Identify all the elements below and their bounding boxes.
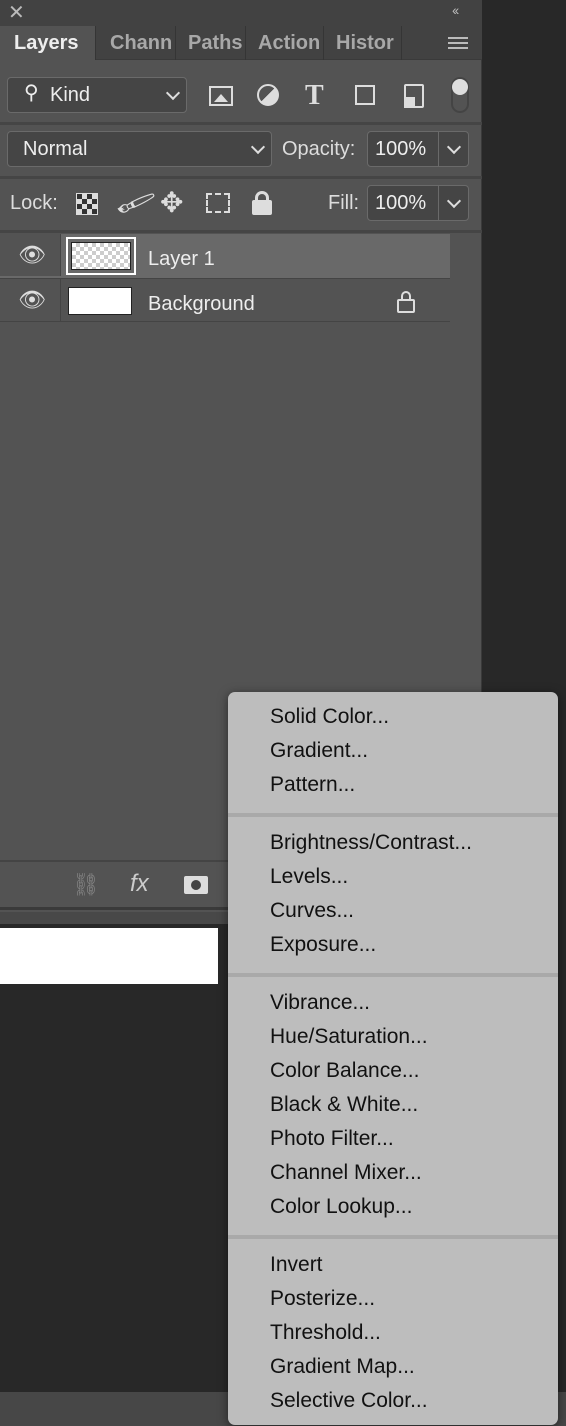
menu-separator [228, 813, 558, 817]
adjustment-filter-icon[interactable] [257, 84, 279, 106]
menu-separator [228, 1235, 558, 1239]
menu-item[interactable]: Gradient... [270, 734, 368, 768]
menu-item[interactable]: Solid Color... [270, 700, 389, 734]
canvas [0, 928, 218, 984]
lock-artboard-icon[interactable] [206, 193, 230, 213]
fx-icon[interactable]: fx [130, 870, 149, 898]
mask-icon[interactable] [184, 876, 208, 894]
menu-separator [228, 973, 558, 977]
fill-label: Fill: [328, 192, 360, 214]
chevron-down-icon [165, 85, 181, 101]
layer-name[interactable]: Layer 1 [148, 248, 215, 271]
menu-item[interactable]: Gradient Map... [270, 1350, 415, 1384]
visibility-eye-icon[interactable]: 👁︎ [18, 242, 46, 268]
type-filter-icon[interactable]: T [305, 80, 324, 112]
menu-item[interactable]: Posterize... [270, 1282, 375, 1316]
shape-filter-icon[interactable] [355, 85, 375, 105]
layer-thumbnail [68, 287, 132, 315]
fill-value[interactable]: 100% [375, 192, 426, 215]
chevron-down-icon [250, 139, 266, 155]
layer-name[interactable]: Background [148, 293, 255, 316]
lock-transparent-icon[interactable] [76, 193, 98, 215]
menu-item[interactable]: Channel Mixer... [270, 1156, 422, 1190]
tab-channels[interactable]: Chann [106, 26, 176, 60]
smart-object-filter-icon[interactable] [404, 84, 424, 108]
menu-item[interactable]: Levels... [270, 860, 348, 894]
filter-kind-value: Kind [50, 84, 91, 106]
menu-item[interactable]: Vibrance... [270, 986, 370, 1020]
visibility-eye-icon[interactable]: 👁︎ [18, 287, 46, 313]
menu-item[interactable]: Pattern... [270, 768, 355, 802]
tab-actions[interactable]: Action [254, 26, 324, 60]
blend-mode-select[interactable]: Normal [7, 131, 272, 167]
link-icon[interactable]: ⛓︎ [72, 872, 100, 898]
menu-item[interactable]: Exposure... [270, 928, 376, 962]
chevron-down-icon[interactable] [446, 139, 462, 155]
menu-item[interactable]: Color Balance... [270, 1054, 419, 1088]
menu-item[interactable]: Black & White... [270, 1088, 418, 1122]
blend-mode-value: Normal [23, 138, 88, 160]
lock-move-icon[interactable]: ✥ [160, 186, 183, 219]
menu-item[interactable]: Threshold... [270, 1316, 381, 1350]
opacity-label: Opacity: [282, 138, 356, 160]
menu-item[interactable]: Photo Filter... [270, 1122, 394, 1156]
close-icon[interactable]: ✕ [8, 0, 25, 25]
fill-field[interactable]: 100% [367, 185, 469, 221]
menu-item[interactable]: Selective Color... [270, 1384, 428, 1418]
menu-item[interactable]: Hue/Saturation... [270, 1020, 428, 1054]
tab-paths[interactable]: Paths [184, 26, 246, 60]
layer-row[interactable]: 👁︎ Background [0, 278, 450, 322]
lock-icon [397, 291, 415, 313]
menu-item[interactable]: Brightness/Contrast... [270, 826, 472, 860]
chevron-down-icon[interactable] [446, 193, 462, 209]
opacity-field[interactable]: 100% [367, 131, 469, 167]
search-icon: ⚲ [24, 82, 39, 104]
tab-history[interactable]: Histor [332, 26, 402, 60]
menu-item[interactable]: Invert [270, 1248, 323, 1282]
lock-all-icon[interactable] [252, 191, 272, 215]
filter-kind-select[interactable]: ⚲ Kind [7, 77, 187, 113]
menu-item[interactable]: Color Lookup... [270, 1190, 412, 1224]
panel-title-bar: ✕ ‹‹ [0, 0, 482, 26]
lock-label: Lock: [10, 192, 58, 214]
tab-layers[interactable]: Layers [0, 26, 96, 60]
opacity-value[interactable]: 100% [375, 138, 426, 161]
adjustment-layer-menu: Solid Color... Gradient... Pattern... Brigh… [228, 692, 558, 1425]
menu-item[interactable]: Curves... [270, 894, 354, 928]
filter-toggle[interactable] [451, 77, 469, 113]
panel-tabs: Layers Chann Paths Action Histor [0, 26, 482, 60]
layer-row[interactable]: 👁︎ Layer 1 [0, 234, 450, 278]
image-filter-icon[interactable] [209, 86, 233, 106]
panel-menu-icon[interactable] [448, 37, 468, 49]
collapse-icon[interactable]: ‹‹ [452, 2, 459, 18]
layer-thumbnail [66, 237, 136, 275]
